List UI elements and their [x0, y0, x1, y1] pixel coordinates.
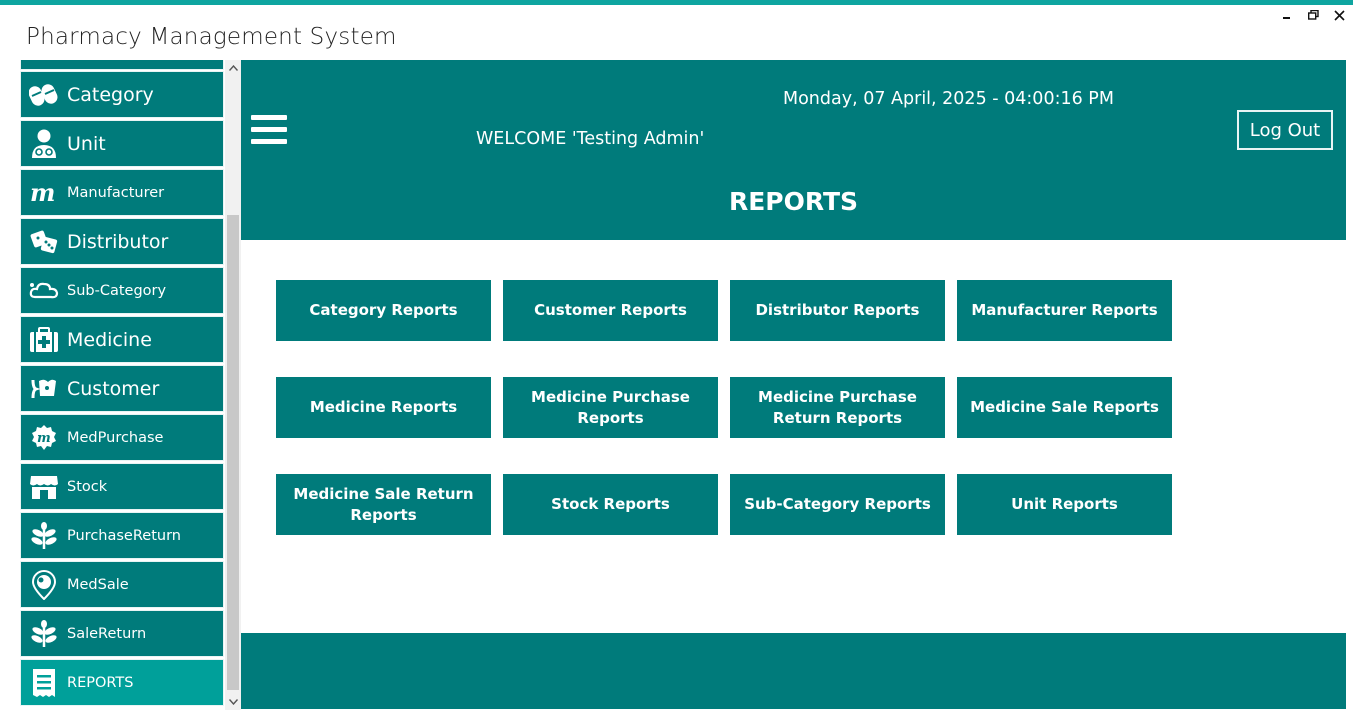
sidebar-item-distributor[interactable]: Distributor: [20, 218, 224, 265]
unit-reports-button[interactable]: Unit Reports: [957, 474, 1172, 535]
medicine-purchase-reports-button[interactable]: Medicine Purchase Reports: [503, 377, 718, 438]
window-controls: [1279, 7, 1347, 23]
scrollbar-thumb[interactable]: [227, 215, 239, 690]
store-icon: [29, 472, 59, 502]
pills-icon: [29, 80, 59, 110]
sidebar-item-purchasereturn[interactable]: PurchaseReturn: [20, 512, 224, 559]
sidebar-item-stock[interactable]: Stock: [20, 463, 224, 510]
sidebar-scrollbar[interactable]: [225, 60, 241, 710]
sidebar-item-manufacturer[interactable]: m Manufacturer: [20, 169, 224, 216]
hamburger-menu-icon[interactable]: [251, 115, 287, 149]
sidebar-item-unit[interactable]: Unit: [20, 120, 224, 167]
svg-text:m: m: [30, 182, 55, 204]
purchase-badge-icon: m: [29, 423, 59, 453]
sidebar-item-label: Manufacturer: [67, 184, 165, 201]
medkit-icon: [29, 325, 59, 355]
sidebar-item-label: Distributor: [67, 230, 169, 253]
dice-icon: [29, 227, 59, 257]
herb-icon: [29, 521, 59, 551]
stock-reports-button[interactable]: Stock Reports: [503, 474, 718, 535]
sidebar-item-label: Sub-Category: [67, 282, 167, 299]
cloud-icon: [29, 276, 59, 306]
sidebar-item-label: Customer: [67, 377, 160, 400]
scroll-up-arrow-icon[interactable]: [225, 60, 241, 76]
sidebar-item-label: Stock: [67, 478, 108, 495]
category-reports-button[interactable]: Category Reports: [276, 280, 491, 341]
datetime-display: Monday, 07 April, 2025 - 04:00:16 PM: [783, 89, 1114, 109]
m-logo-icon: m: [29, 178, 59, 208]
sidebar-item-salereturn[interactable]: SaleReturn: [20, 610, 224, 657]
sidebar-item-category[interactable]: Category: [20, 71, 224, 118]
sidebar-item-label: REPORTS: [67, 674, 134, 691]
herb-icon: [29, 619, 59, 649]
sidebar-item-label: PurchaseReturn: [67, 527, 181, 544]
location-icon: [29, 569, 59, 600]
sidebar-item-label: MedSale: [67, 576, 129, 593]
manufacturer-reports-button[interactable]: Manufacturer Reports: [957, 280, 1172, 341]
sidebar-item-sub-category[interactable]: Sub-Category: [20, 267, 224, 314]
app-title: Pharmacy Management System: [26, 24, 397, 50]
minimize-button[interactable]: [1279, 7, 1295, 23]
receipt-icon: [29, 668, 59, 698]
page-title: REPORTS: [728, 187, 859, 216]
sidebar-item-label: Category: [67, 83, 154, 106]
header: Monday, 07 April, 2025 - 04:00:16 PM WEL…: [241, 60, 1346, 240]
bandage-icon: [29, 374, 59, 404]
scroll-down-arrow-icon[interactable]: [225, 694, 241, 710]
medicine-reports-button[interactable]: Medicine Reports: [276, 377, 491, 438]
sub-category-reports-button[interactable]: Sub-Category Reports: [730, 474, 945, 535]
close-icon: [1333, 9, 1345, 21]
sidebar-item-medpurchase[interactable]: m MedPurchase: [20, 414, 224, 461]
restore-button[interactable]: [1305, 7, 1321, 23]
sidebar-item-partial[interactable]: [20, 60, 224, 70]
distributor-reports-button[interactable]: Distributor Reports: [730, 280, 945, 341]
sidebar-item-customer[interactable]: Customer: [20, 365, 224, 412]
close-button[interactable]: [1331, 7, 1347, 23]
top-accent-bar: [0, 0, 1353, 5]
sidebar-item-medicine[interactable]: Medicine: [20, 316, 224, 363]
medicine-sale-return-reports-button[interactable]: Medicine Sale Return Reports: [276, 474, 491, 535]
svg-text:m: m: [37, 431, 51, 446]
restore-icon: [1307, 9, 1319, 20]
medicine-purchase-return-reports-button[interactable]: Medicine Purchase Return Reports: [730, 377, 945, 438]
doctor-icon: [29, 129, 59, 159]
sidebar-item-medsale[interactable]: MedSale: [20, 561, 224, 608]
sidebar: Category Unit m Manufacturer Distributor…: [20, 60, 225, 710]
sidebar-item-label: SaleReturn: [67, 625, 147, 642]
welcome-message: WELCOME 'Testing Admin': [476, 129, 705, 149]
sidebar-item-label: MedPurchase: [67, 429, 164, 446]
customer-reports-button[interactable]: Customer Reports: [503, 280, 718, 341]
sidebar-item-reports[interactable]: REPORTS: [20, 659, 224, 706]
medicine-sale-reports-button[interactable]: Medicine Sale Reports: [957, 377, 1172, 438]
footer-bar: [241, 633, 1346, 709]
sidebar-item-label: Unit: [67, 132, 106, 155]
sidebar-item-label: Medicine: [67, 328, 152, 351]
minimize-icon: [1283, 17, 1290, 19]
logout-button[interactable]: Log Out: [1237, 110, 1333, 150]
